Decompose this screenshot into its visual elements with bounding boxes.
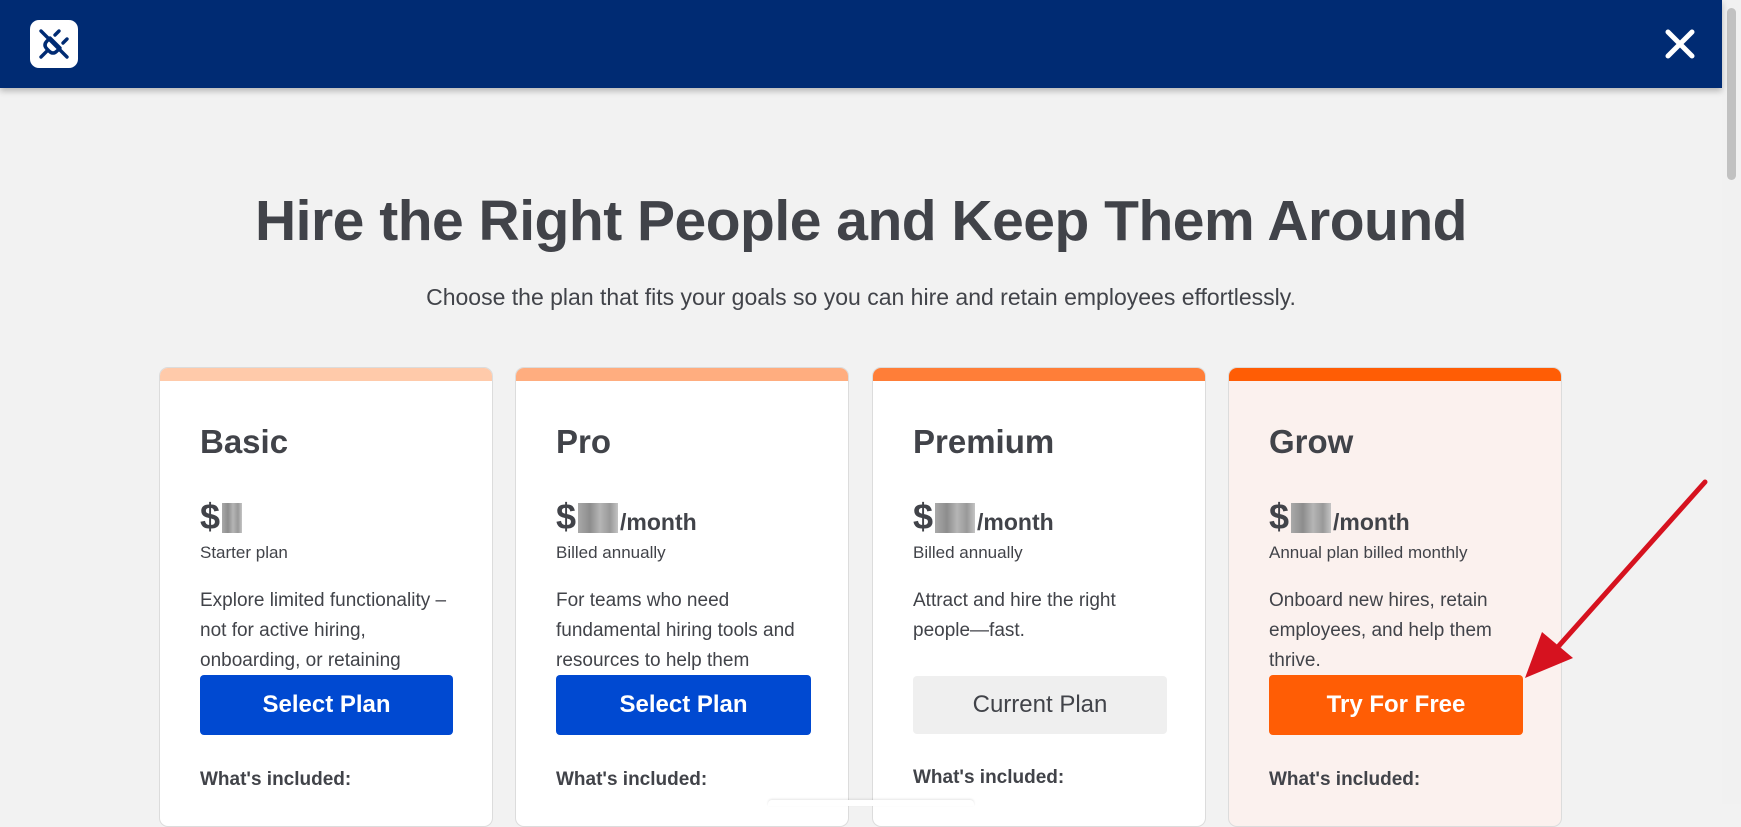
plan-price: $ /month xyxy=(556,495,697,537)
plan-accent-bar xyxy=(516,368,848,381)
bottom-edge-tab xyxy=(768,800,974,806)
whats-included-label: What's included: xyxy=(556,769,708,790)
redacted-price xyxy=(222,503,243,533)
whats-included-label: What's included: xyxy=(200,769,352,790)
redacted-price xyxy=(935,503,976,533)
plan-accent-bar xyxy=(1229,368,1561,381)
redacted-price xyxy=(1291,503,1332,533)
plan-billing: Billed annually xyxy=(913,543,1023,562)
current-plan-button-premium[interactable]: Current Plan xyxy=(913,676,1167,734)
price-period: /month xyxy=(977,509,1054,535)
price-currency: $ xyxy=(1269,496,1290,537)
price-currency: $ xyxy=(200,496,221,537)
plan-price: $ /month xyxy=(913,495,1054,537)
vertical-scrollbar[interactable] xyxy=(1722,0,1741,804)
close-icon xyxy=(1665,29,1695,59)
try-for-free-button-grow[interactable]: Try For Free xyxy=(1269,675,1523,735)
plan-billing: Billed annually xyxy=(556,543,666,562)
select-plan-button-basic[interactable]: Select Plan xyxy=(200,675,453,735)
plan-billing: Starter plan xyxy=(200,543,288,562)
price-currency: $ xyxy=(556,496,577,537)
plan-accent-bar xyxy=(873,368,1205,381)
price-currency: $ xyxy=(913,496,934,537)
page-subtitle: Choose the plan that fits your goals so … xyxy=(426,284,1296,310)
close-button[interactable] xyxy=(1658,24,1702,64)
plan-description: Explore limited functionality – not for … xyxy=(200,590,447,671)
scrollbar-thumb[interactable] xyxy=(1727,8,1736,180)
plan-name: Grow xyxy=(1269,423,1354,460)
annotation-arrow-icon xyxy=(1525,479,1708,678)
whats-included-label: What's included: xyxy=(1269,769,1421,790)
plan-name: Pro xyxy=(556,423,612,460)
plan-price: $ /month xyxy=(1269,495,1410,537)
plan-price: $ xyxy=(200,495,244,535)
plan-description: Attract and hire the right people—fast. xyxy=(913,590,1116,641)
plan-name: Basic xyxy=(200,423,289,460)
plan-accent-bar xyxy=(160,368,492,381)
app-logo[interactable] xyxy=(30,20,78,68)
select-plan-button-pro[interactable]: Select Plan xyxy=(556,675,811,735)
plan-description: For teams who need fundamental hiring to… xyxy=(556,590,795,671)
plan-billing: Annual plan billed monthly xyxy=(1269,543,1468,562)
top-bar xyxy=(0,0,1722,88)
page-title: Hire the Right People and Keep Them Arou… xyxy=(255,189,1468,253)
price-period: /month xyxy=(620,509,697,535)
price-period: /month xyxy=(1333,509,1410,535)
plan-name: Premium xyxy=(913,423,1055,460)
plug-icon xyxy=(39,29,69,59)
redacted-price xyxy=(578,503,619,533)
whats-included-label: What's included: xyxy=(913,767,1065,788)
plan-description: Onboard new hires, retain employees, and… xyxy=(1269,590,1492,671)
